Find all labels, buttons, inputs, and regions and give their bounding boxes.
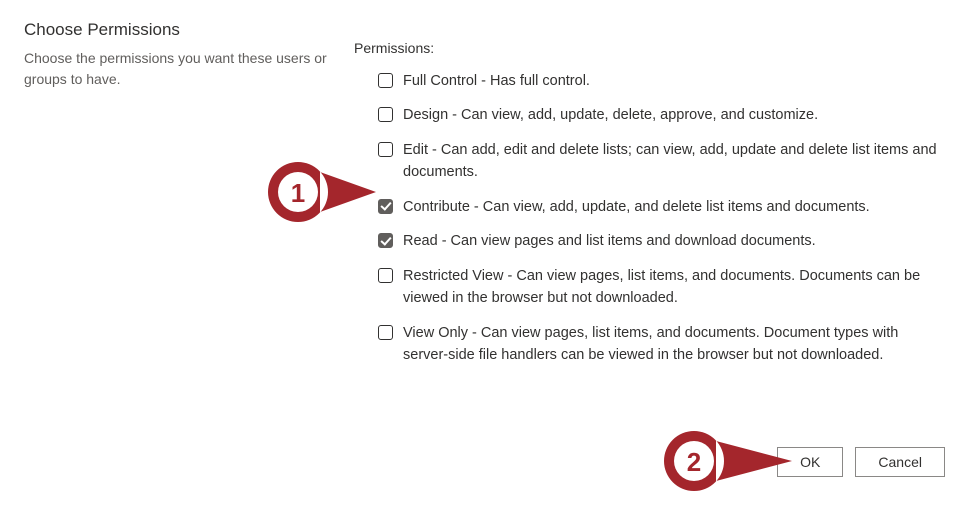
permission-checkbox[interactable] bbox=[378, 107, 393, 122]
permission-item: Read - Can view pages and list items and… bbox=[378, 230, 945, 252]
permission-checkbox[interactable] bbox=[378, 199, 393, 214]
permission-label: Edit - Can add, edit and delete lists; c… bbox=[403, 139, 945, 184]
permission-item: Restricted View - Can view pages, list i… bbox=[378, 265, 945, 310]
permission-checkbox[interactable] bbox=[378, 268, 393, 283]
svg-text:1: 1 bbox=[291, 178, 305, 208]
permissions-panel: Permissions: Full Control - Has full con… bbox=[354, 20, 945, 379]
permission-item: Contribute - Can view, add, update, and … bbox=[378, 196, 945, 218]
permission-item: View Only - Can view pages, list items, … bbox=[378, 322, 945, 367]
permission-checkbox[interactable] bbox=[378, 142, 393, 157]
permission-checkbox[interactable] bbox=[378, 233, 393, 248]
permission-label: View Only - Can view pages, list items, … bbox=[403, 322, 945, 367]
callout-marker-1: 1 bbox=[268, 162, 378, 222]
permission-label: Restricted View - Can view pages, list i… bbox=[403, 265, 945, 310]
permission-checkbox[interactable] bbox=[378, 325, 393, 340]
permission-item: Full Control - Has full control. bbox=[378, 70, 945, 92]
permissions-label: Permissions: bbox=[354, 40, 945, 56]
permission-label: Read - Can view pages and list items and… bbox=[403, 230, 816, 252]
permission-label: Contribute - Can view, add, update, and … bbox=[403, 196, 870, 218]
section-title: Choose Permissions bbox=[24, 20, 334, 40]
permissions-list: Full Control - Has full control. Design -… bbox=[354, 70, 945, 367]
permission-label: Full Control - Has full control. bbox=[403, 70, 590, 92]
cancel-button[interactable]: Cancel bbox=[855, 447, 945, 477]
permission-item: Design - Can view, add, update, delete, … bbox=[378, 104, 945, 126]
callout-marker-2: 2 bbox=[664, 431, 794, 491]
svg-text:2: 2 bbox=[687, 447, 701, 477]
section-description: Choose the permissions you want these us… bbox=[24, 48, 334, 90]
dialog-buttons: OK Cancel bbox=[777, 447, 945, 477]
permission-label: Design - Can view, add, update, delete, … bbox=[403, 104, 818, 126]
permission-item: Edit - Can add, edit and delete lists; c… bbox=[378, 139, 945, 184]
permission-checkbox[interactable] bbox=[378, 73, 393, 88]
